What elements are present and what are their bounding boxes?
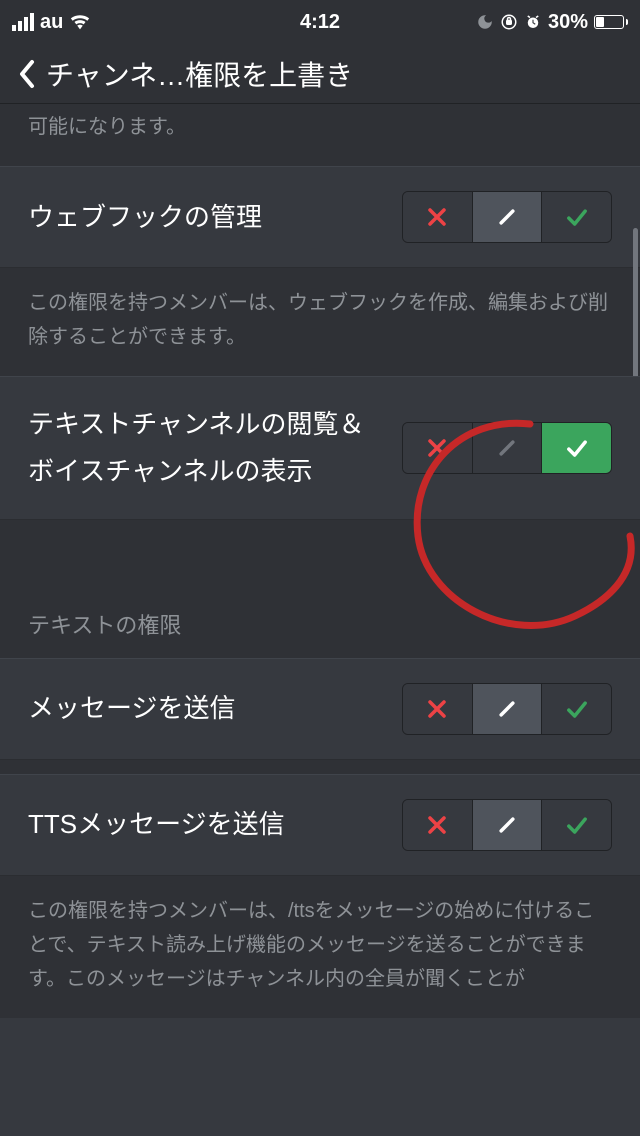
permission-label: メッセージを送信 [28,685,402,732]
slash-icon [493,695,521,723]
wifi-icon [69,14,91,30]
tri-neutral-button[interactable] [473,423,543,473]
alarm-icon [524,13,542,31]
battery-percent: 30% [548,11,588,34]
permission-description: この権限を持つメンバーは、/ttsをメッセージの始めに付けることで、テキスト読み… [0,876,640,1018]
tri-neutral-button[interactable] [473,800,543,850]
tri-deny-button[interactable] [403,192,473,242]
check-icon [563,434,591,462]
check-icon [563,203,591,231]
orientation-lock-icon [500,13,518,31]
permission-label: TTSメッセージを送信 [28,801,402,848]
x-icon [423,434,451,462]
slash-icon [493,434,521,462]
section-header-text: テキストの権限 [0,580,640,658]
chevron-left-icon [18,59,36,89]
permission-row-view-channel: テキストチャンネルの閲覧＆ボイスチャンネルの表示 [0,376,640,520]
tri-allow-button[interactable] [542,192,611,242]
x-icon [423,811,451,839]
tri-toggle [402,799,612,851]
tri-toggle [402,191,612,243]
permission-description: 可能になります。 [0,104,640,166]
permission-row-send-messages: メッセージを送信 [0,658,640,760]
permission-label: ウェブフックの管理 [28,194,402,241]
cellular-signal-icon [12,13,34,31]
tri-allow-button[interactable] [542,423,611,473]
check-icon [563,695,591,723]
status-bar: au 4:12 30% [0,0,640,44]
tri-neutral-button[interactable] [473,684,543,734]
permission-label: テキストチャンネルの閲覧＆ボイスチャンネルの表示 [28,401,402,495]
content-scroll[interactable]: 可能になります。 ウェブフックの管理 この権限を持つメンバーは、ウェブフックを作… [0,104,640,1136]
tri-deny-button[interactable] [403,800,473,850]
check-icon [563,811,591,839]
tri-allow-button[interactable] [542,800,611,850]
tri-deny-button[interactable] [403,684,473,734]
slash-icon [493,811,521,839]
x-icon [423,695,451,723]
permission-description: この権限を持つメンバーは、ウェブフックを作成、編集および削除することができます。 [0,268,640,376]
nav-header: チャンネ…権限を上書き [0,44,640,104]
x-icon [423,203,451,231]
tri-allow-button[interactable] [542,684,611,734]
permission-row-webhooks: ウェブフックの管理 [0,166,640,268]
carrier-label: au [40,11,63,34]
battery-icon [594,15,628,29]
spacer [0,760,640,774]
permission-row-tts: TTSメッセージを送信 [0,774,640,876]
back-button[interactable] [12,54,42,94]
page-title: チャンネ…権限を上書き [46,54,353,94]
slash-icon [493,203,521,231]
status-time: 4:12 [300,11,340,34]
status-right: 30% [476,11,628,34]
status-left: au [12,11,91,34]
moon-icon [476,13,494,31]
tri-toggle [402,683,612,735]
tri-neutral-button[interactable] [473,192,543,242]
tri-deny-button[interactable] [403,423,473,473]
tri-toggle [402,422,612,474]
permission-description [0,520,640,580]
